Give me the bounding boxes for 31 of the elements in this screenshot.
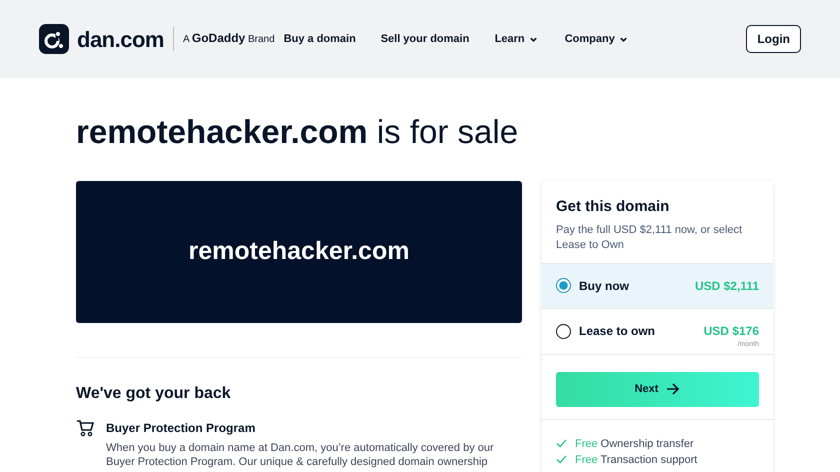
chevron-down-icon [618, 34, 628, 44]
check-icon [556, 455, 567, 464]
section-heading: We've got your back [76, 384, 232, 404]
nav-link[interactable]: Sell your domain [380, 32, 475, 46]
radio-button[interactable] [556, 278, 571, 293]
domain-banner: remotehacker.com [76, 181, 522, 323]
radio-button[interactable] [556, 324, 571, 338]
login-button[interactable]: Login [746, 25, 801, 53]
arrow-right-icon [666, 383, 680, 395]
option-label: Lease to own [579, 323, 656, 340]
feature-title: Buyer Protection Program [106, 420, 256, 438]
option-price: USD $2,111 [694, 278, 759, 294]
page-headline: remotehacker.com is for sale [76, 112, 520, 152]
logo-icon[interactable] [39, 24, 69, 54]
card-subtitle: Pay the full USD $2,111 now, or select Lease to Own [556, 222, 744, 252]
feature-description: When you buy a domain name at Dan.com, you’re automatically covered by our Buyer Protection Program. Our unique & carefully designed domain ownership [106, 441, 495, 470]
option-label: Buy now [579, 278, 629, 294]
next-button[interactable]: Next [556, 372, 759, 406]
perk-text: Free Transaction support [575, 452, 698, 468]
brand-tagline: A GoDaddy Brand [172, 27, 275, 51]
option-price: USD $176 [704, 322, 759, 340]
nav-dropdown[interactable]: Company [564, 32, 645, 46]
perk-text: Free Ownership transfer [575, 436, 694, 452]
check-icon [556, 439, 567, 448]
card-title: Get this domain [556, 197, 670, 217]
cart-icon [76, 419, 94, 438]
purchase-option[interactable]: Buy now USD $2,111 [542, 262, 773, 308]
chevron-down-icon [528, 34, 538, 44]
logo-text[interactable]: dan.com [77, 22, 164, 56]
nav-dropdown[interactable]: Learn [494, 32, 565, 46]
nav-link[interactable]: Buy a domain [284, 32, 361, 46]
